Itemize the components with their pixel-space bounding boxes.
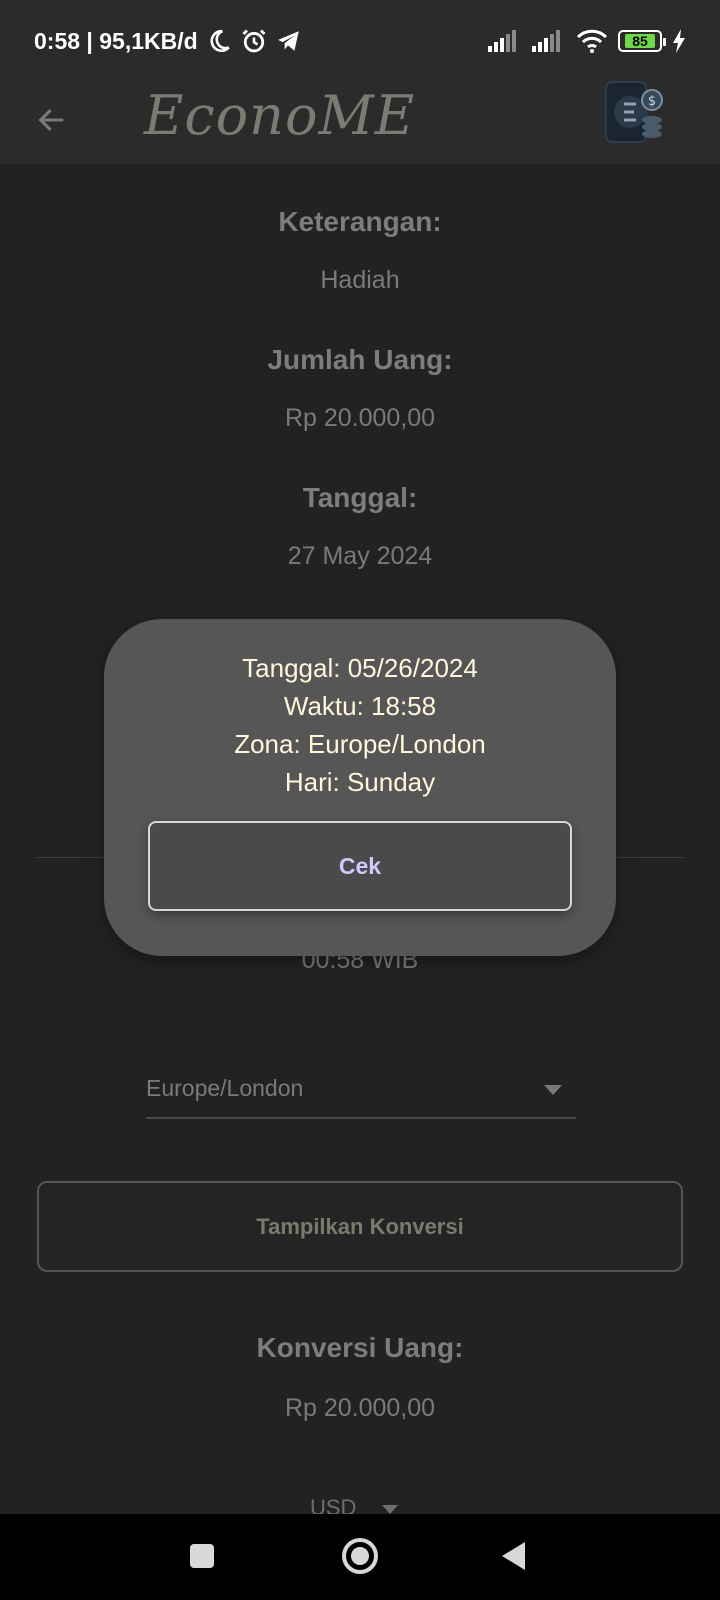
status-bar: 0:58 | 95,1KB/d 85 xyxy=(0,0,720,82)
recents-button[interactable] xyxy=(180,1536,224,1580)
tanggal-value: 27 May 2024 xyxy=(287,542,433,570)
moon-icon xyxy=(206,28,232,54)
conversion-value: Rp 20.000,00 xyxy=(284,1394,436,1422)
back-button[interactable] xyxy=(30,100,74,144)
arrow-left-icon xyxy=(35,103,69,142)
dialog-time: Waktu: 18:58 xyxy=(283,691,437,721)
triangle-back-icon xyxy=(499,1540,529,1577)
dialog-date: Tanggal: 05/26/2024 xyxy=(242,653,478,683)
keterangan-value: Hadiah xyxy=(320,266,400,294)
battery-level: 85 xyxy=(624,33,656,49)
alarm-icon xyxy=(240,27,268,55)
show-conversion-button[interactable]: Tampilkan Konversi xyxy=(37,1181,683,1272)
battery-icon: 85 xyxy=(618,30,666,52)
keterangan-label: Keterangan: xyxy=(278,206,442,237)
wallet-coins-icon: $ xyxy=(600,78,668,146)
jumlah-value: Rp 20.000,00 xyxy=(284,404,436,432)
jumlah-label: Jumlah Uang: xyxy=(267,344,453,375)
square-icon xyxy=(188,1542,216,1575)
dialog-zone: Zona: Europe/London xyxy=(234,729,486,759)
wifi-icon xyxy=(576,29,608,53)
time-info-dialog: Tanggal: 05/26/2024 Waktu: 18:58 Zona: E… xyxy=(104,619,616,956)
cek-button[interactable]: Cek xyxy=(148,821,572,911)
timezone-selected: Europe/London xyxy=(146,1075,304,1101)
signal-icon xyxy=(488,30,522,52)
home-circle-icon xyxy=(341,1537,379,1580)
signal-icon xyxy=(532,30,566,52)
charging-icon xyxy=(672,29,686,53)
chevron-down-icon xyxy=(382,1505,398,1514)
navigation-bar xyxy=(0,1514,720,1600)
back-nav-button[interactable] xyxy=(492,1536,536,1580)
tanggal-label: Tanggal: xyxy=(302,482,418,513)
home-button[interactable] xyxy=(338,1536,382,1580)
conversion-label: Konversi Uang: xyxy=(256,1332,464,1363)
timezone-dropdown[interactable]: Europe/London xyxy=(146,1063,576,1119)
status-time-speed: 0:58 | 95,1KB/d xyxy=(34,27,198,54)
app-title: EconoME xyxy=(144,84,416,147)
chevron-down-icon xyxy=(544,1085,562,1095)
dialog-day: Hari: Sunday xyxy=(284,767,436,797)
svg-text:$: $ xyxy=(648,94,656,109)
telegram-icon xyxy=(276,28,302,54)
